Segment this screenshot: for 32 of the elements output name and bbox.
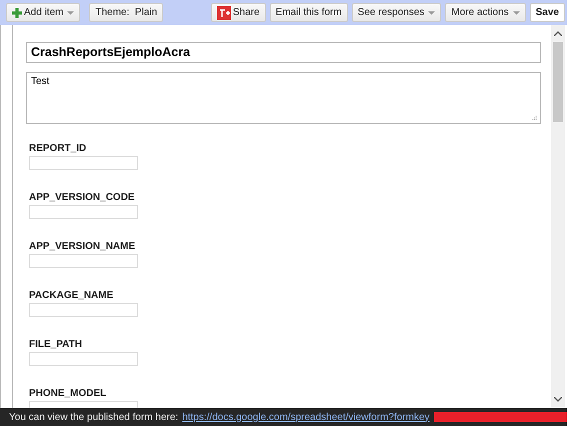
answer-field[interactable] <box>29 156 138 170</box>
resize-grip-icon <box>532 115 537 120</box>
published-form-link[interactable]: https://docs.google.com/spreadsheet/viewform?formkey <box>182 412 430 422</box>
question-label: APP_VERSION_CODE <box>29 192 136 205</box>
scrollbar-thumb[interactable] <box>553 42 563 122</box>
toolbar-button[interactable]: Email this form <box>270 3 348 22</box>
form-description-field[interactable]: Test <box>26 72 541 124</box>
toolbar-button[interactable]: Theme: Plain <box>89 3 164 22</box>
question-label: PHONE_MODEL <box>29 388 108 401</box>
scroll-up-icon[interactable] <box>554 31 562 36</box>
caret-icon <box>67 10 74 14</box>
question-label: FILE_PATH <box>29 339 83 352</box>
share-icon <box>216 6 231 20</box>
question-label: PACKAGE_NAME <box>29 290 114 303</box>
scroll-down-icon[interactable] <box>554 397 562 402</box>
status-text: You can view the published form here: <box>9 412 178 422</box>
question-label: REPORT_ID <box>29 143 88 156</box>
answer-field[interactable] <box>29 352 138 366</box>
plus-icon <box>12 8 22 18</box>
toolbar-button[interactable]: Save <box>530 3 565 22</box>
toolbar-button[interactable]: See responses <box>352 3 442 22</box>
answer-field[interactable] <box>29 205 138 219</box>
form-title-field[interactable]: CrashReportsEjemploAcra <box>26 42 541 63</box>
toolbar-button[interactable]: Share <box>210 3 266 22</box>
toolbar-button[interactable]: Add item <box>6 3 80 22</box>
question-label: APP_VERSION_NAME <box>29 241 136 254</box>
caret-icon <box>512 10 520 14</box>
caret-icon <box>428 10 436 14</box>
scrollbar[interactable] <box>551 25 565 408</box>
answer-field[interactable] <box>29 303 138 317</box>
answer-field[interactable] <box>29 254 138 268</box>
toolbar-button[interactable]: More actions <box>445 3 526 22</box>
